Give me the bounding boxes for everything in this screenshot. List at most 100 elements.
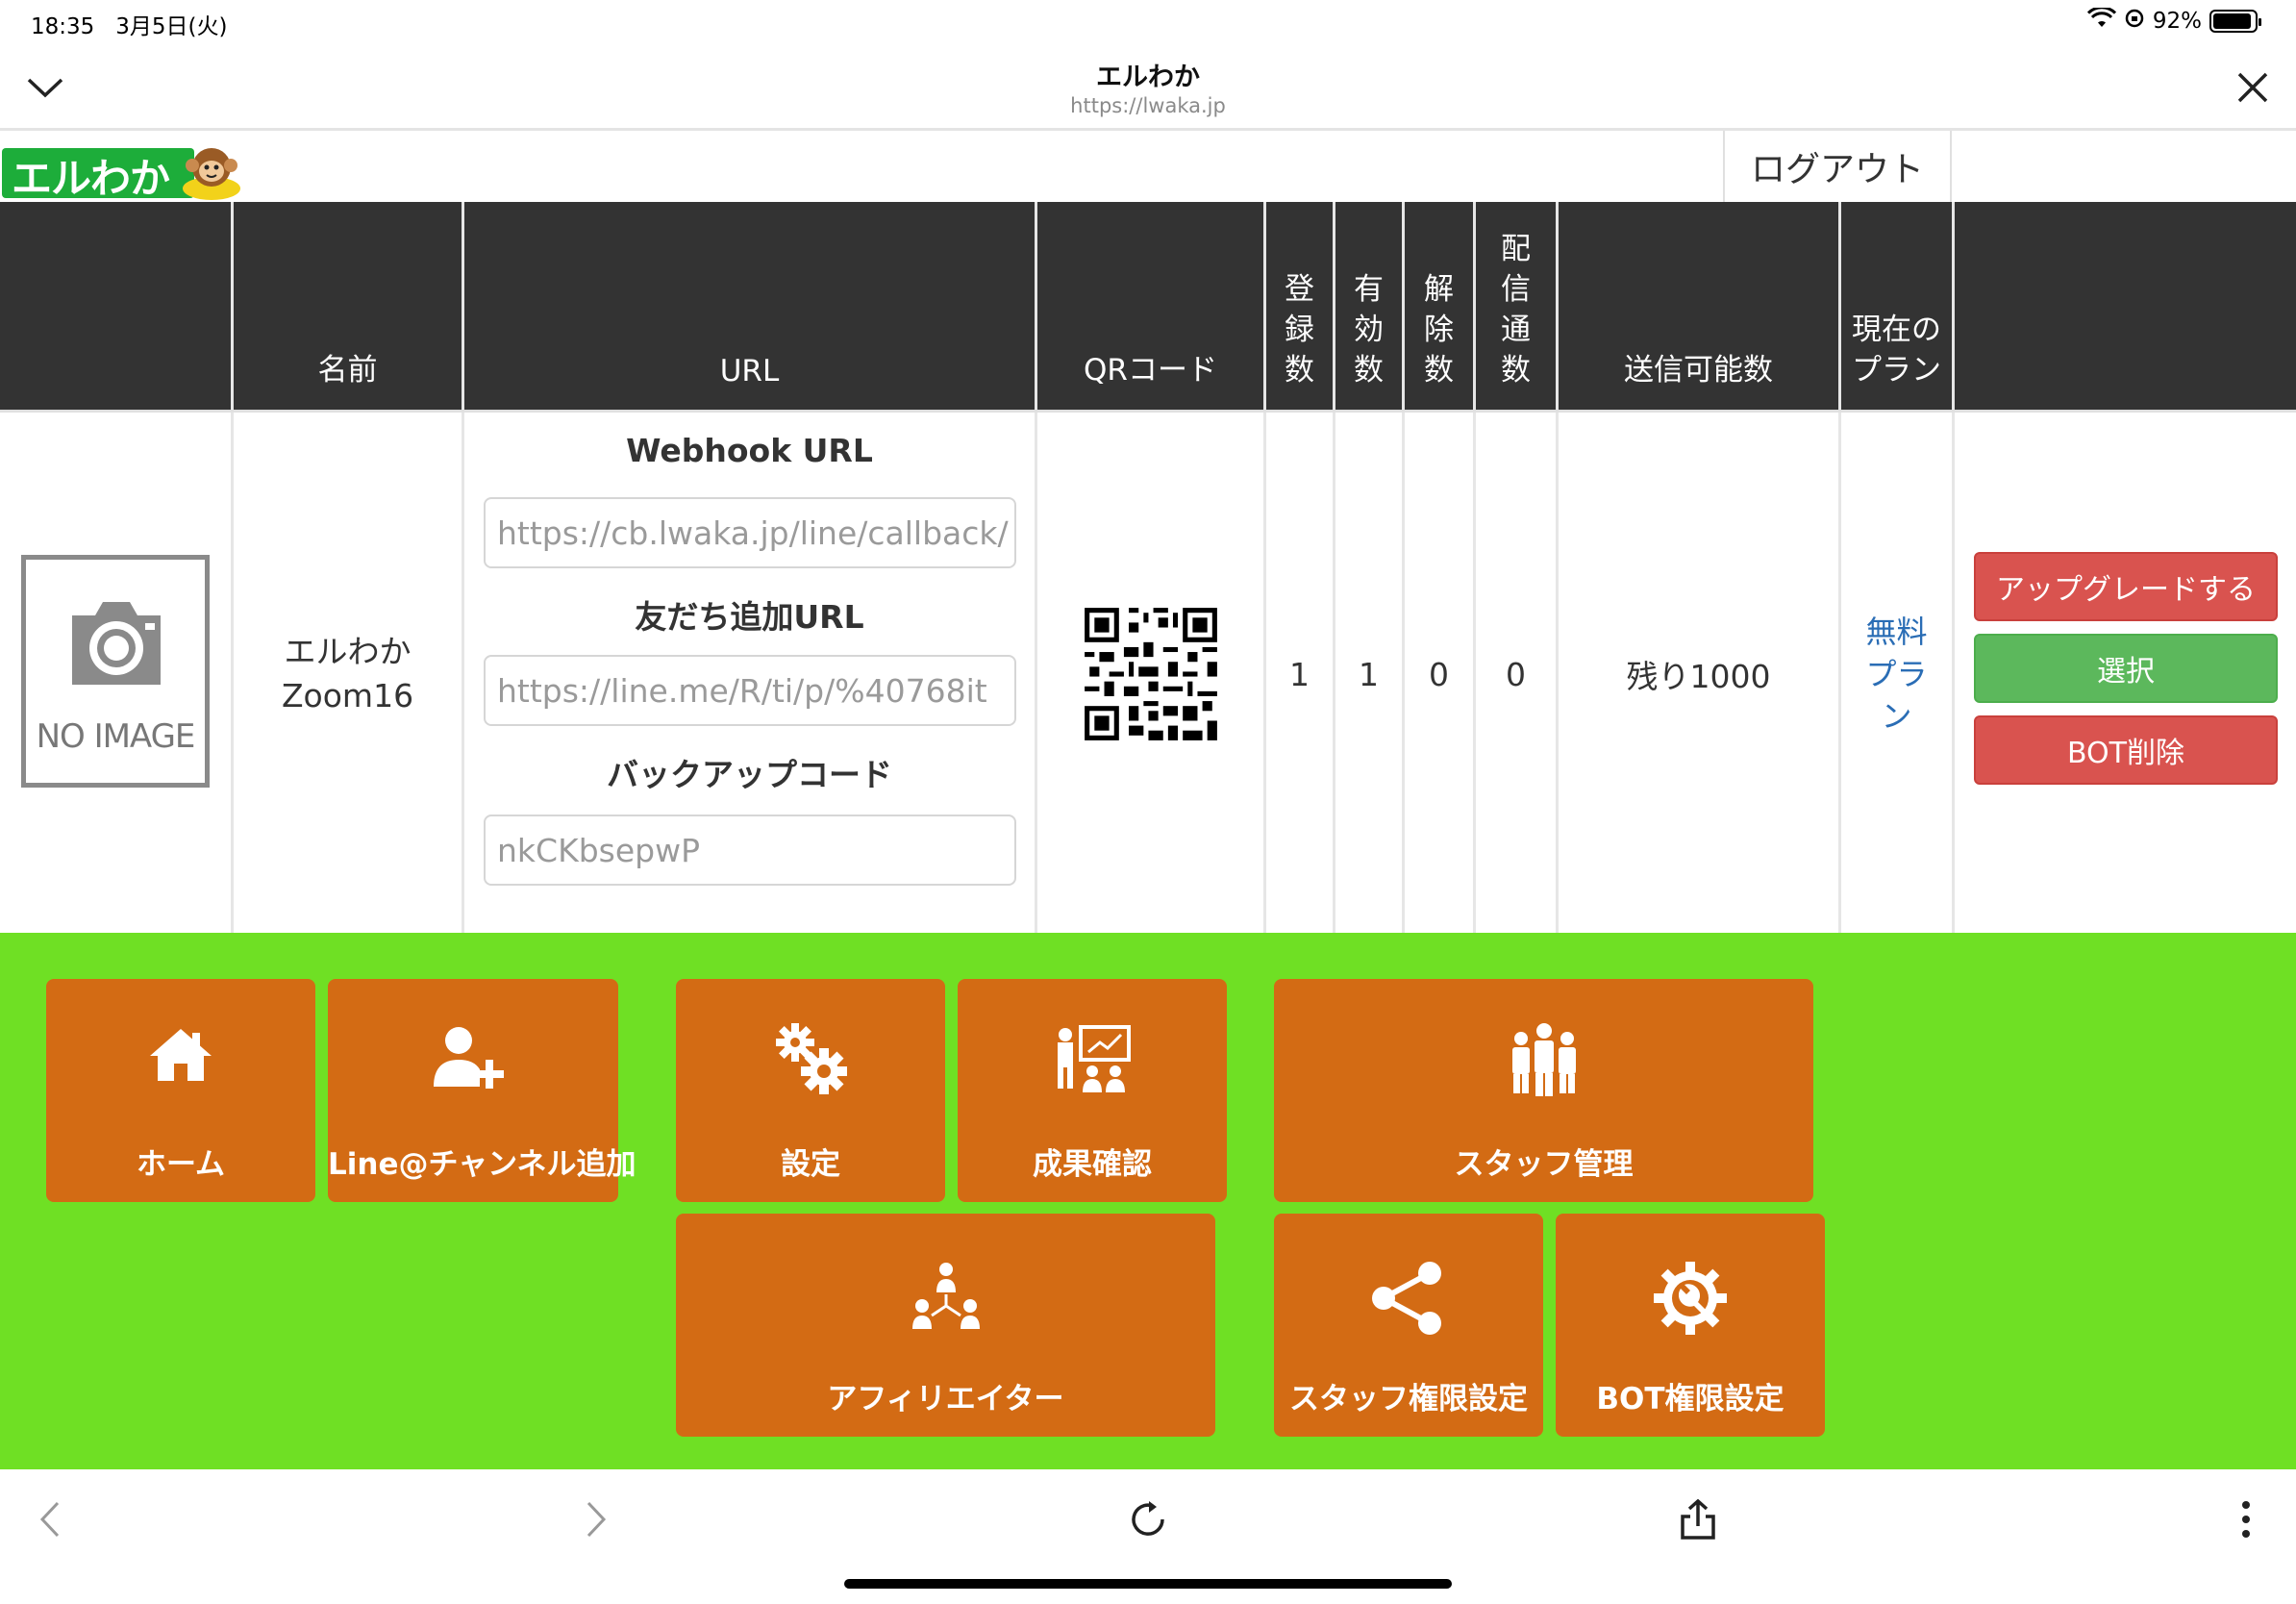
menu-home[interactable]: ホーム: [46, 979, 315, 1202]
logo[interactable]: エルわか: [2, 140, 240, 202]
browser-toolbar: [0, 1469, 2296, 1604]
share-icon: [1372, 1262, 1441, 1335]
page-url: https://lwaka.jp: [1070, 94, 1226, 117]
header-delivery-label: 配信通数: [1501, 232, 1531, 388]
status-time: 18:35: [31, 14, 95, 39]
logo-text: エルわか: [12, 155, 170, 202]
header-registered: 登録数: [1263, 202, 1333, 410]
header-cancelled-label: 解除数: [1424, 272, 1454, 388]
header-sendable-label: 送信可能数: [1624, 353, 1773, 388]
header-registered-label: 登録数: [1285, 272, 1314, 388]
back-button[interactable]: [21, 1491, 79, 1548]
menu-settings-label: 設定: [781, 1147, 840, 1182]
cell-registered: 1: [1263, 413, 1333, 936]
cell-name: エルわか Zoom16: [231, 413, 462, 936]
header-sendable: 送信可能数: [1556, 202, 1838, 410]
menu-home-label: ホーム: [136, 1147, 226, 1182]
home-icon: [150, 1029, 212, 1081]
friend-url-title: 友だち追加URL: [635, 598, 864, 636]
select-button[interactable]: 選択: [1974, 634, 2278, 703]
gears-icon: [776, 1023, 847, 1094]
no-image-text: NO IMAGE: [36, 717, 196, 756]
page-title: エルわか: [1096, 63, 1200, 92]
cell-delivery: 0: [1473, 413, 1556, 936]
backup-code-title: バックアップコード: [607, 756, 892, 793]
cell-actions: アップグレードする 選択 BOT削除: [1952, 413, 2296, 936]
menu-staff-permissions-label: スタッフ権限設定: [1289, 1382, 1528, 1416]
header-active: 有効数: [1333, 202, 1402, 410]
share-upload-icon: [1681, 1499, 1715, 1540]
menu-staff[interactable]: スタッフ管理: [1274, 979, 1813, 1202]
cell-sendable: 残り1000: [1556, 413, 1838, 936]
bot-table: 名前 URL QRコード 登録数 有効数 解除数 配信通数 送信可能数 現在のプ…: [0, 202, 2296, 936]
wifi-icon: [2086, 6, 2116, 35]
menu-results[interactable]: 成果確認: [958, 979, 1227, 1202]
table-header: 名前 URL QRコード 登録数 有効数 解除数 配信通数 送信可能数 現在のプ…: [0, 202, 2296, 410]
add-user-icon: [434, 1027, 504, 1089]
header-cancelled: 解除数: [1402, 202, 1473, 410]
battery-level: [2213, 13, 2251, 29]
webhook-url-field[interactable]: https://cb.lwaka.jp/line/callback/: [484, 497, 1016, 568]
home-indicator[interactable]: [844, 1579, 1452, 1589]
menu-affiliate[interactable]: アフィリエイター: [676, 1214, 1215, 1437]
more-vertical-icon: [2242, 1501, 2250, 1538]
header-image: [0, 202, 231, 410]
app-header: エルわか ログアウト: [0, 131, 2296, 202]
header-delivery: 配信通数: [1473, 202, 1556, 410]
header-plan: 現在のプラン: [1838, 202, 1952, 410]
status-bar: 18:35 3月5日(火) 92%: [0, 0, 2296, 44]
bot-delete-button[interactable]: BOT削除: [1974, 715, 2278, 785]
menu-add-channel[interactable]: Line@チャンネル追加: [328, 979, 636, 1202]
battery-icon: [2209, 10, 2261, 33]
bot-name-line2: Zoom16: [281, 677, 414, 714]
chevron-left-icon: [39, 1501, 60, 1538]
header-url: URL: [462, 202, 1035, 410]
header-active-label: 有効数: [1354, 272, 1384, 388]
status-date: 3月5日(火): [115, 14, 228, 39]
cell-image: NO IMAGE: [0, 413, 231, 936]
network-icon: [911, 1263, 980, 1329]
menu-staff-permissions[interactable]: スタッフ権限設定: [1274, 1214, 1543, 1437]
cell-active: 1: [1333, 413, 1402, 936]
chevron-right-icon: [586, 1501, 607, 1538]
upgrade-button[interactable]: アップグレードする: [1974, 552, 2278, 621]
menu-settings[interactable]: 設定: [676, 979, 945, 1202]
logout-link[interactable]: ログアウト: [1723, 131, 1952, 202]
more-options-button[interactable]: [2217, 1491, 2275, 1548]
status-indicators: 92%: [2086, 6, 2261, 35]
backup-code-field[interactable]: nkCKbsepwP: [484, 815, 1016, 886]
menu-bot-permissions[interactable]: BOT権限設定: [1556, 1214, 1825, 1437]
webhook-url-title: Webhook URL: [626, 432, 873, 469]
close-icon: [2237, 72, 2268, 103]
menu-results-label: 成果確認: [1033, 1147, 1152, 1182]
header-plan-label: 現在のプラン: [1852, 313, 1941, 388]
rotation-lock-icon: [2124, 8, 2145, 35]
menu-bot-permissions-label: BOT権限設定: [1596, 1382, 1784, 1416]
header-name: 名前: [231, 202, 462, 410]
cell-qr: [1035, 413, 1263, 936]
header-name-label: 名前: [317, 353, 378, 388]
no-image-placeholder: NO IMAGE: [21, 555, 210, 788]
cell-url: Webhook URL https://cb.lwaka.jp/line/cal…: [462, 413, 1035, 936]
battery-percent: 92%: [2152, 9, 2202, 34]
staff-group-icon: [1511, 1023, 1576, 1096]
bot-name-line1: エルわか: [284, 633, 412, 670]
camera-icon: [72, 602, 161, 685]
header-qr-label: QRコード: [1084, 353, 1217, 388]
bot-name: エルわか Zoom16: [282, 630, 413, 718]
plan-link[interactable]: 無料プラン: [1866, 611, 1928, 738]
share-button[interactable]: [1669, 1491, 1727, 1548]
forward-button[interactable]: [567, 1491, 625, 1548]
header-actions: [1952, 202, 2296, 410]
browser-header: エルわか https://lwaka.jp: [0, 44, 2296, 131]
table-row: NO IMAGE エルわか Zoom16 Webhook URL https:/…: [0, 410, 2296, 936]
cell-plan: 無料プラン: [1838, 413, 1952, 936]
presentation-icon: [1058, 1025, 1131, 1092]
status-time-date: 18:35 3月5日(火): [31, 8, 227, 40]
reload-button[interactable]: [1119, 1491, 1177, 1548]
header-url-label: URL: [719, 354, 780, 388]
friend-url-field[interactable]: https://line.me/R/ti/p/%40768it: [484, 655, 1016, 726]
close-button[interactable]: [2231, 65, 2275, 110]
gear-wrench-icon: [1654, 1262, 1727, 1335]
cell-cancelled: 0: [1402, 413, 1473, 936]
